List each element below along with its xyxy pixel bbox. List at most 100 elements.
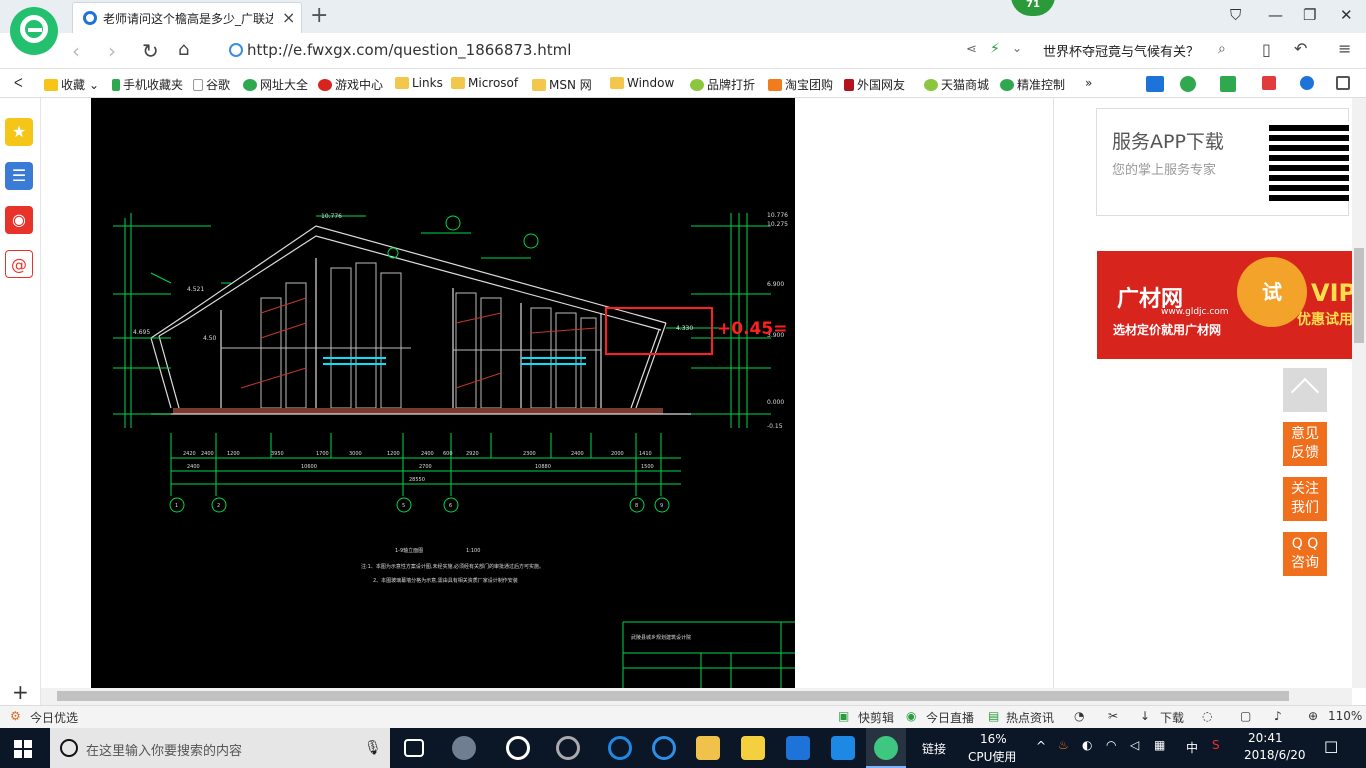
- restore-button[interactable]: ❐: [1303, 6, 1316, 24]
- bookmark-item[interactable]: Microsof: [451, 76, 518, 90]
- speaker-icon[interactable]: ◁: [1130, 738, 1139, 752]
- microphone-icon[interactable]: 🎙: [364, 740, 382, 756]
- fan-app-icon[interactable]: [452, 736, 476, 760]
- mail-icon[interactable]: @: [5, 250, 33, 278]
- gldjc-ad-banner[interactable]: 广材网 www.gldjc.com 选材定价就用广材网 试 VIP 优惠试用: [1097, 251, 1352, 359]
- refresh-icon[interactable]: ↻: [142, 39, 159, 63]
- notification-badge[interactable]: 71: [1011, 0, 1055, 16]
- tray-expand-icon[interactable]: ^: [1036, 739, 1046, 753]
- edge-icon[interactable]: [608, 736, 632, 760]
- extension-icon[interactable]: [1180, 76, 1199, 92]
- bookmark-item[interactable]: 谷歌: [193, 76, 230, 93]
- minimize-button[interactable]: —: [1268, 6, 1283, 24]
- bookmark-item[interactable]: 手机收藏夹: [112, 76, 183, 93]
- news-feed-icon[interactable]: ▤: [988, 709, 999, 723]
- notification-center-icon[interactable]: ☐: [1324, 738, 1338, 757]
- window-icon[interactable]: ▢: [1240, 709, 1251, 723]
- vertical-scrollbar[interactable]: [1352, 98, 1366, 688]
- bookmarks-collapse-icon[interactable]: ᐸ: [14, 76, 23, 90]
- tab-close-icon[interactable]: ×: [282, 8, 295, 27]
- g-app-icon[interactable]: [786, 736, 810, 760]
- extension-icon[interactable]: [1146, 76, 1167, 92]
- lightning-icon[interactable]: ⚡: [990, 41, 1000, 57]
- magnifier-icon[interactable]: [1300, 76, 1317, 90]
- notes-app-icon[interactable]: [741, 736, 765, 760]
- translate-icon[interactable]: [1220, 76, 1239, 92]
- link-toolbar[interactable]: 链接: [922, 740, 946, 757]
- horizontal-scrollbar[interactable]: [41, 688, 1352, 705]
- gift-icon[interactable]: ⚙: [10, 709, 21, 723]
- clock-time[interactable]: 20:41: [1248, 731, 1283, 745]
- clock-date[interactable]: 2018/6/20: [1244, 748, 1306, 762]
- live-icon[interactable]: ◉: [906, 709, 916, 723]
- bookmark-item[interactable]: Window: [610, 76, 674, 90]
- tray-app2-icon[interactable]: ◐: [1082, 738, 1092, 752]
- bookmark-item[interactable]: 淘宝团购: [768, 76, 833, 93]
- follow-us-button[interactable]: 关注 我们: [1283, 477, 1327, 521]
- file-explorer-icon[interactable]: [696, 736, 720, 760]
- tray-app-icon[interactable]: ♨: [1058, 738, 1069, 752]
- back-to-top-button[interactable]: [1283, 368, 1327, 412]
- hot-news-link[interactable]: 热点资讯: [1006, 709, 1054, 726]
- feedback-button[interactable]: 意见 反馈: [1283, 422, 1327, 466]
- bookmark-item[interactable]: 收藏 ⌄: [44, 76, 99, 93]
- tab-active[interactable]: 老师请问这个檐高是多少_广联达 ×: [72, 2, 302, 33]
- shirt-icon[interactable]: ⛉: [1230, 6, 1241, 24]
- live-link[interactable]: 今日直播: [926, 709, 974, 726]
- quick-edit-link[interactable]: 快剪辑: [858, 709, 894, 726]
- wifi-icon[interactable]: ◠: [1106, 738, 1116, 752]
- vertical-scroll-thumb[interactable]: [1354, 248, 1364, 343]
- home-icon[interactable]: ⌂: [178, 39, 189, 60]
- bookmark-item[interactable]: MSN 网: [532, 76, 592, 93]
- zoom-icon[interactable]: ⊕: [1308, 709, 1318, 723]
- add-sidebar-icon[interactable]: +: [12, 680, 29, 704]
- bookmark-item[interactable]: 外国网友: [844, 76, 905, 93]
- sogou-icon[interactable]: S: [1212, 738, 1220, 752]
- qq-consult-button[interactable]: Q Q 咨询: [1283, 532, 1327, 576]
- app-download-box[interactable]: 服务APP下载 您的掌上服务专家: [1096, 108, 1349, 216]
- volume-icon[interactable]: ♪: [1274, 709, 1282, 723]
- favorites-star-icon[interactable]: ★: [5, 118, 33, 146]
- url-field[interactable]: http://e.fwxgx.com/question_1866873.html: [229, 40, 969, 62]
- plus-app-icon[interactable]: [831, 736, 855, 760]
- weibo-icon[interactable]: ◉: [5, 206, 33, 234]
- search-icon[interactable]: ⌕: [1218, 41, 1226, 57]
- taskbar-search-box[interactable]: 在这里输入你要搜索的内容 🎙: [50, 728, 390, 768]
- bookmarks-more-icon[interactable]: »: [1085, 76, 1092, 90]
- video-edit-icon[interactable]: ▣: [838, 709, 849, 723]
- forward-icon[interactable]: ›: [108, 39, 116, 63]
- tools-icon[interactable]: ✂: [1108, 709, 1118, 723]
- grid-icon[interactable]: [1336, 76, 1353, 90]
- ie-edge-icon[interactable]: [506, 736, 530, 760]
- menu-icon[interactable]: ≡: [1338, 39, 1351, 58]
- chevron-down-icon[interactable]: ⌄: [1012, 41, 1022, 55]
- ie-icon[interactable]: [652, 736, 676, 760]
- bookmark-item[interactable]: 游戏中心: [318, 76, 383, 93]
- phone-icon[interactable]: ▯: [1262, 40, 1271, 59]
- task-view-icon[interactable]: [404, 739, 424, 757]
- keyboard-icon[interactable]: ▦: [1154, 738, 1165, 752]
- download-link[interactable]: 下载: [1160, 709, 1184, 726]
- ime-indicator[interactable]: 中: [1186, 739, 1198, 756]
- today-picks-link[interactable]: 今日优选: [30, 709, 78, 726]
- bookmark-item[interactable]: 精准控制: [1000, 76, 1065, 93]
- bookmark-item[interactable]: 品牌打折: [690, 76, 755, 93]
- start-windows-icon[interactable]: [14, 740, 32, 758]
- speed-icon[interactable]: ◔: [1074, 709, 1084, 723]
- news-icon[interactable]: ☰: [5, 162, 33, 190]
- close-window-button[interactable]: ✕: [1340, 6, 1353, 24]
- new-tab-button[interactable]: +: [310, 3, 328, 28]
- download-icon[interactable]: ↓: [1140, 709, 1150, 723]
- bookmark-item[interactable]: 网址大全: [243, 76, 308, 93]
- share-icon[interactable]: ⋖: [966, 42, 977, 57]
- browser-logo-icon[interactable]: [10, 7, 58, 55]
- swirl-app-icon[interactable]: [556, 736, 580, 760]
- bookmark-item[interactable]: Links: [395, 76, 443, 90]
- horizontal-scroll-thumb[interactable]: [57, 691, 1289, 701]
- back-icon[interactable]: ‹: [72, 39, 80, 63]
- zoom-level[interactable]: 110%: [1328, 709, 1362, 723]
- bookmark-item[interactable]: 天猫商城: [924, 76, 989, 93]
- scissors-icon[interactable]: [1262, 76, 1279, 90]
- clean-icon[interactable]: ◌: [1202, 709, 1212, 723]
- search-input[interactable]: 世界杯夺冠竟与气候有关？: [1043, 41, 1243, 60]
